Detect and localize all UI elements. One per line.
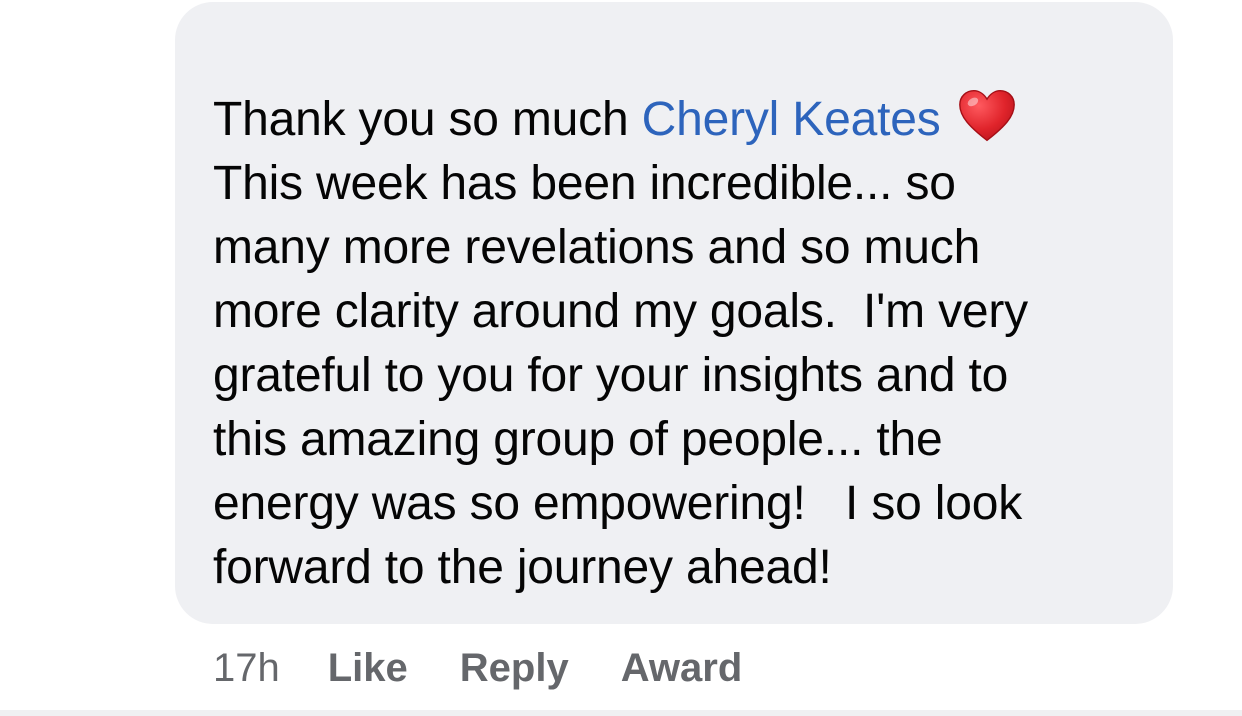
comment-body: Thank you so much Cheryl Keates This wee… bbox=[213, 88, 1153, 600]
comment-line: This week has been incredible... so bbox=[213, 157, 956, 211]
comment-prefix: Thank you so much bbox=[213, 93, 642, 146]
reply-button[interactable]: Reply bbox=[460, 646, 569, 691]
comment-actions: 17h Like Reply Award bbox=[213, 640, 794, 696]
bottom-divider bbox=[0, 710, 1242, 716]
comment-line: this amazing group of people... the bbox=[213, 413, 943, 467]
comment-line: many more revelations and so much bbox=[213, 221, 981, 275]
comment-bubble: Thank you so much Cheryl Keates This wee… bbox=[175, 2, 1173, 624]
comment-line: more clarity around my goals. I'm very bbox=[213, 285, 1028, 339]
comment-line: energy was so empowering! I so look bbox=[213, 477, 1022, 531]
heart-icon bbox=[957, 86, 1017, 146]
comment-line: grateful to you for your insights and to bbox=[213, 349, 1009, 403]
like-button[interactable]: Like bbox=[328, 646, 408, 691]
comment-line: forward to the journey ahead! bbox=[213, 541, 832, 595]
mention-link[interactable]: Cheryl Keates bbox=[642, 93, 941, 146]
timestamp[interactable]: 17h bbox=[213, 646, 280, 691]
award-button[interactable]: Award bbox=[621, 646, 743, 691]
